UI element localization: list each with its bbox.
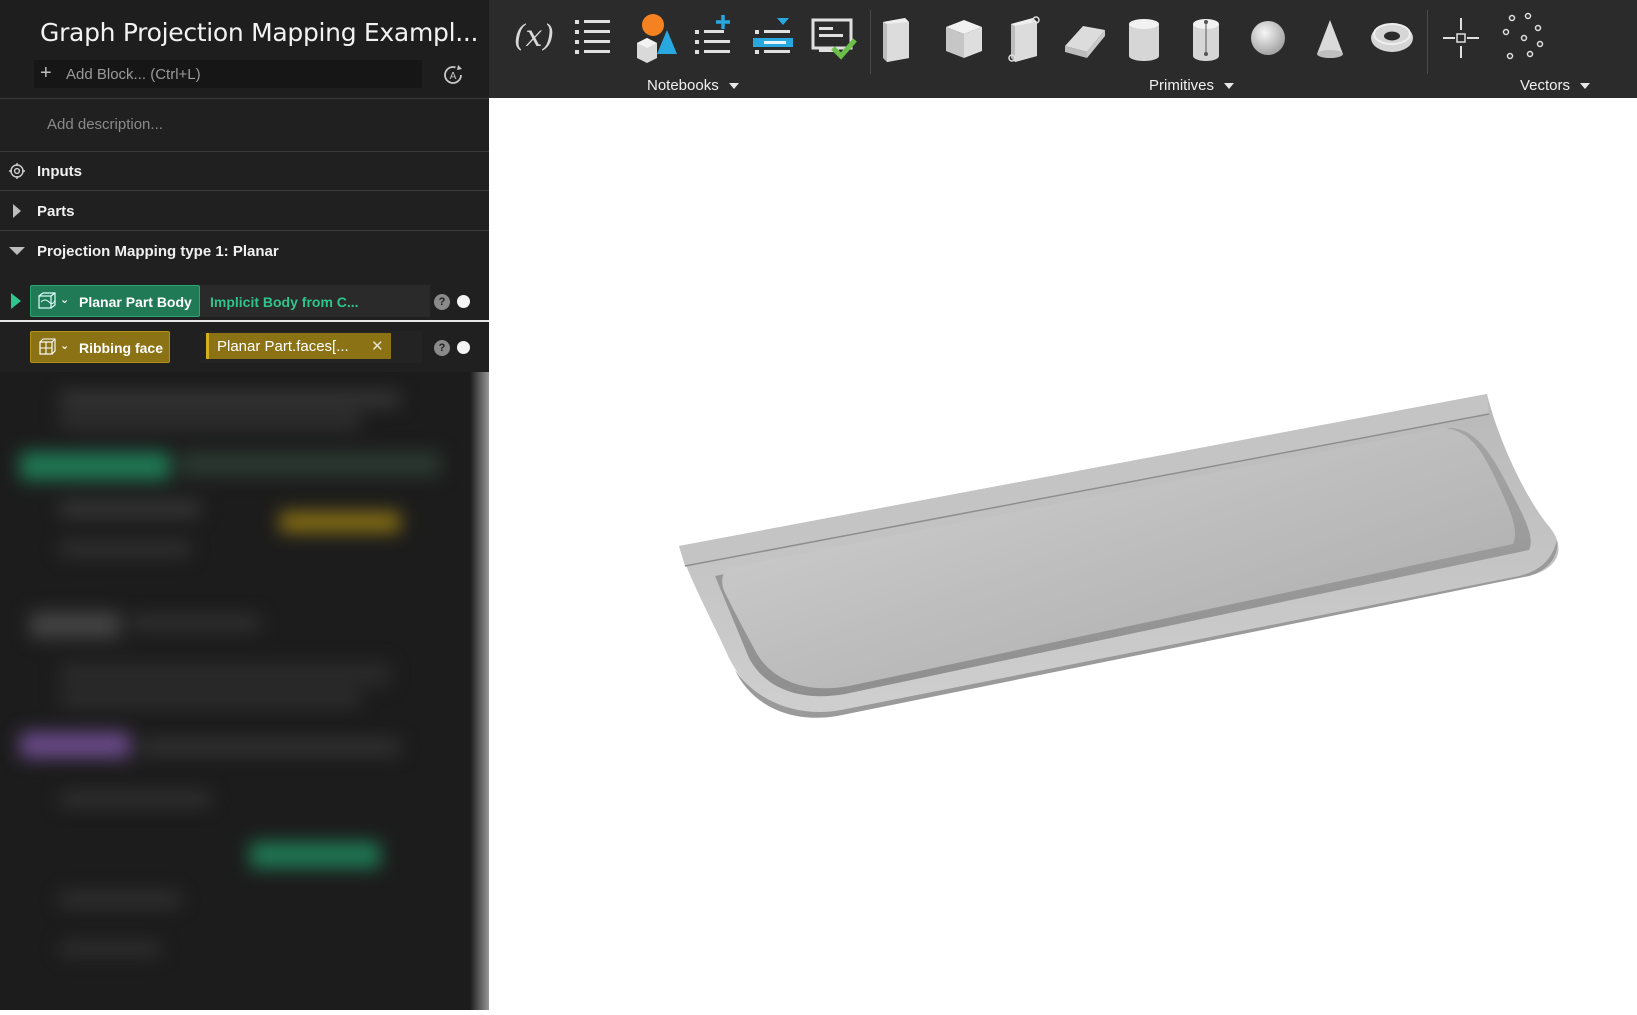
notebook-check-icon[interactable] — [809, 10, 859, 64]
auto-update-icon[interactable]: A — [440, 62, 466, 88]
description-field[interactable]: Add description... — [0, 98, 489, 152]
caret-down-icon — [1580, 83, 1591, 90]
help-icon[interactable]: ? — [434, 294, 450, 310]
section-projection-label: Projection Mapping type 1: Planar — [37, 243, 279, 260]
description-placeholder: Add description... — [47, 116, 163, 133]
box-tall-icon[interactable] — [873, 10, 923, 64]
section-parts[interactable]: Parts — [0, 191, 489, 231]
remove-chip-icon[interactable]: ✕ — [371, 337, 384, 355]
face-icon — [39, 338, 56, 355]
caret-down-icon — [728, 83, 739, 90]
notebooks-menu[interactable]: Notebooks — [647, 77, 739, 94]
notebooks-label: Notebooks — [647, 77, 719, 94]
notebook-panel: Graph Projection Mapping Exampl... + Add… — [0, 0, 515, 1010]
planar-part-model[interactable] — [489, 98, 1637, 1010]
section-inputs-label: Inputs — [37, 163, 82, 180]
cone-icon[interactable] — [1305, 10, 1355, 64]
document-title[interactable]: Graph Projection Mapping Exampl... — [40, 18, 478, 47]
status-dot-icon[interactable] — [457, 295, 470, 308]
section-projection[interactable]: Projection Mapping type 1: Planar — [0, 231, 489, 270]
cylinder-axis-icon[interactable] — [1181, 10, 1231, 64]
shapes-icon[interactable] — [629, 10, 679, 64]
chevron-down-icon[interactable]: ⌄ — [60, 339, 69, 352]
help-icon[interactable]: ? — [434, 340, 450, 356]
list-icon[interactable] — [569, 10, 619, 64]
toolbar-divider — [870, 10, 871, 74]
box-edge-icon[interactable] — [999, 10, 1049, 64]
block-row-planar-part-body[interactable]: ⌄ Planar Part Body Implicit Body from C.… — [0, 280, 489, 324]
face-reference-chip[interactable]: Planar Part.faces[... ✕ — [206, 333, 391, 359]
sphere-icon[interactable] — [1243, 10, 1293, 64]
primitives-label: Primitives — [1149, 77, 1215, 94]
primitives-menu[interactable]: Primitives — [1149, 77, 1235, 94]
wedge-icon[interactable] — [1059, 10, 1109, 64]
title-area: Graph Projection Mapping Exampl... + Add… — [0, 0, 489, 98]
ribbon-toolbar: (x) Notebooks Primitives Vectors — [489, 0, 1637, 98]
implicit-body-icon — [38, 292, 56, 309]
add-block-placeholder: Add Block... (Ctrl+L) — [66, 66, 201, 83]
cube-icon[interactable] — [939, 10, 989, 64]
caret-down-icon — [1224, 83, 1235, 90]
3d-viewport[interactable] — [489, 98, 1637, 1010]
drop-indicator — [0, 320, 489, 322]
torus-icon[interactable] — [1367, 10, 1417, 64]
vectors-menu[interactable]: Vectors — [1520, 77, 1591, 94]
section-inputs[interactable]: Inputs — [0, 151, 489, 191]
status-dot-icon[interactable] — [457, 341, 470, 354]
block-tag-planar-part-body[interactable]: ⌄ Planar Part Body — [30, 285, 200, 317]
point-cloud-icon[interactable] — [1498, 10, 1548, 64]
variable-symbol: (x) — [514, 19, 554, 54]
chevron-down-icon[interactable]: ⌄ — [60, 293, 69, 306]
expand-arrow-icon[interactable] — [8, 202, 26, 220]
svg-text:A: A — [450, 71, 457, 82]
block-tag-ribbing-face[interactable]: ⌄ Ribbing face — [30, 331, 170, 363]
vectors-label: Vectors — [1520, 77, 1571, 94]
block-value-field[interactable]: Planar Part.faces[... ✕ — [200, 331, 422, 363]
block-row-ribbing-face[interactable]: ⌄ Ribbing face Planar Part.faces[... ✕ ? — [0, 326, 489, 370]
add-block-input[interactable]: + Add Block... (Ctrl+L) — [34, 60, 422, 88]
section-parts-label: Parts — [37, 203, 75, 220]
inputs-icon — [9, 163, 25, 179]
block-name: Planar Part Body — [79, 294, 192, 310]
point-icon[interactable] — [1436, 10, 1486, 64]
cylinder-icon[interactable] — [1119, 10, 1169, 64]
block-value-field[interactable]: Implicit Body from C... — [200, 285, 430, 317]
run-block-icon[interactable] — [11, 293, 21, 309]
face-reference-text: Planar Part.faces[... — [217, 338, 349, 355]
list-add-icon[interactable] — [689, 10, 739, 64]
plus-icon: + — [40, 62, 52, 84]
block-value-text: Implicit Body from C... — [210, 294, 359, 310]
collapse-arrow-icon[interactable] — [8, 242, 26, 260]
block-name: Ribbing face — [79, 340, 164, 356]
variable-icon[interactable]: (x) — [509, 10, 559, 64]
toolbar-divider — [1427, 10, 1428, 74]
list-edit-icon[interactable] — [749, 10, 799, 64]
blurred-content — [0, 372, 515, 1010]
